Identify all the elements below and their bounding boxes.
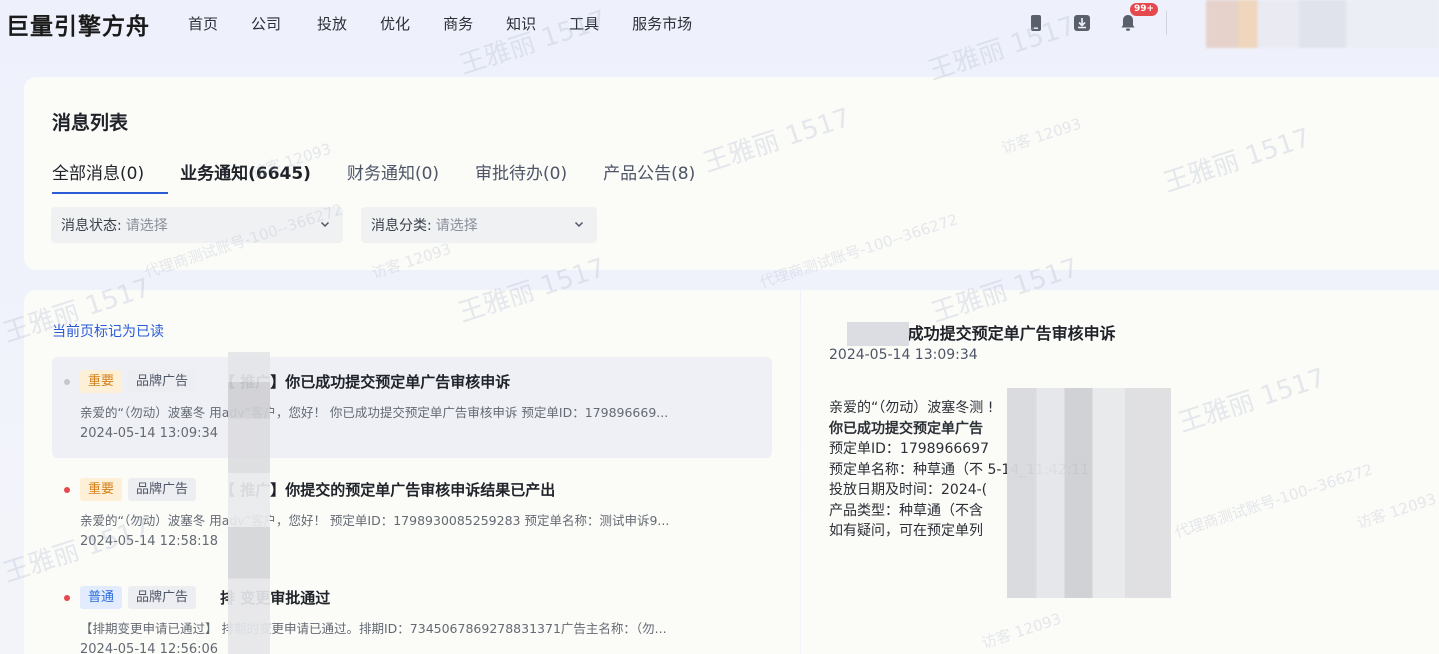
- topbar-divider: [1166, 11, 1167, 35]
- message-tags: 普通 品牌广告: [80, 586, 202, 609]
- user-avatar-area[interactable]: [1206, 0, 1439, 48]
- priority-tag: 重要: [80, 370, 123, 393]
- detail-time: 2024-05-14 13:09:34: [829, 347, 978, 363]
- message-status-label: 消息状态:: [61, 218, 122, 234]
- tab-all-messages[interactable]: 全部消息(0): [52, 159, 169, 194]
- message-status-select[interactable]: 消息状态: 请选择: [51, 207, 343, 243]
- message-item[interactable]: 普通 品牌广告 排 变更审批通过 【排期变更申请已通过】 排期的变更申请已通过。…: [52, 573, 772, 654]
- main-nav: 首页 公司 投放 优化 商务 知识 工具 服务市场: [188, 13, 725, 34]
- message-preview: 【排期变更申请已通过】 排期的变更申请已通过。排期ID：734506786927…: [80, 621, 667, 636]
- message-list-panel: 当前页标记为已读 重要 品牌广告 【 推广】你已成功提交预定单广告审核申诉 亲爱…: [24, 290, 800, 654]
- read-status-dot: [64, 379, 70, 385]
- unread-status-dot: [64, 487, 70, 493]
- bell-icon[interactable]: 99+: [1118, 3, 1159, 34]
- chevron-down-icon: [574, 221, 584, 228]
- message-title: 【 推广】你提交的预定单广告审核申诉结果已产出: [220, 481, 556, 499]
- message-list-header-card: 消息列表 全部消息(0) 业务通知(6645) 财务通知(0) 审批待办(0) …: [24, 77, 1439, 270]
- nav-item-home[interactable]: 首页: [188, 13, 218, 34]
- message-time: 2024-05-14 12:56:06: [80, 642, 219, 654]
- message-category-label: 消息分类:: [371, 218, 432, 234]
- message-item[interactable]: 重要 品牌广告 【 推广】你已成功提交预定单广告审核申诉 亲爱的“（勿动）波塞冬…: [52, 357, 772, 458]
- message-item[interactable]: 重要 品牌广告 【 推广】你提交的预定单广告审核申诉结果已产出 亲爱的“（勿动）…: [52, 465, 772, 566]
- message-tabs: 全部消息(0) 业务通知(6645) 财务通知(0) 审批待办(0) 产品公告(…: [52, 159, 731, 194]
- nav-item-knowledge[interactable]: 知识: [506, 13, 536, 34]
- top-navigation-bar: 巨量引擎方舟 首页 公司 投放 优化 商务 知识 工具 服务市场 99+: [0, 0, 1439, 48]
- tab-approval-todo[interactable]: 审批待办(0): [475, 159, 567, 194]
- notification-badge: 99+: [1130, 3, 1159, 16]
- message-time: 2024-05-14 12:58:18: [80, 534, 219, 549]
- nav-item-delivery[interactable]: 投放: [317, 13, 347, 34]
- top-icon-group: 99+: [1026, 3, 1167, 35]
- app-logo[interactable]: 巨量引擎方舟: [6, 7, 150, 41]
- unread-status-dot: [64, 595, 70, 601]
- privacy-mosaic: [228, 352, 270, 654]
- mark-page-read-link[interactable]: 当前页标记为已读: [52, 321, 164, 341]
- message-preview: 亲爱的“（勿动）波塞冬 用adv”客户，您好！ 你已成功提交预定单广告审核申诉 …: [80, 405, 669, 420]
- nav-item-tools[interactable]: 工具: [569, 13, 599, 34]
- message-category-select[interactable]: 消息分类: 请选择: [361, 207, 597, 243]
- filter-row: 消息状态: 请选择 消息分类: 请选择: [51, 207, 615, 243]
- chevron-down-icon: [320, 221, 330, 228]
- page-title: 消息列表: [52, 112, 129, 134]
- phone-icon[interactable]: [1026, 12, 1046, 34]
- nav-item-optimize[interactable]: 优化: [380, 13, 410, 34]
- nav-item-company[interactable]: 公司: [251, 13, 281, 34]
- download-icon[interactable]: [1072, 12, 1092, 34]
- message-status-placeholder: 请选择: [125, 218, 168, 234]
- tab-business-notices[interactable]: 业务通知(6645): [180, 159, 311, 194]
- category-tag: 品牌广告: [128, 370, 197, 393]
- priority-tag: 重要: [80, 478, 123, 501]
- nav-item-business[interactable]: 商务: [443, 13, 473, 34]
- tab-finance-notices[interactable]: 财务通知(0): [347, 159, 439, 194]
- message-tags: 重要 品牌广告: [80, 370, 202, 393]
- tab-product-announcements[interactable]: 产品公告(8): [603, 159, 695, 194]
- nav-item-service-market[interactable]: 服务市场: [632, 13, 692, 34]
- message-category-placeholder: 请选择: [435, 218, 478, 234]
- privacy-mosaic: [1007, 388, 1171, 598]
- category-tag: 品牌广告: [128, 586, 197, 609]
- privacy-mosaic: [847, 322, 909, 346]
- message-preview: 亲爱的“（勿动）波塞冬 用adv”客户，您好！ 预定单ID：1798930085…: [80, 513, 670, 528]
- message-detail-panel: 【 】你已成功提交预定单广告审核申诉 2024-05-14 13:09:34 亲…: [801, 290, 1439, 654]
- priority-tag: 普通: [80, 586, 123, 609]
- message-tags: 重要 品牌广告: [80, 478, 202, 501]
- message-time: 2024-05-14 13:09:34: [80, 426, 219, 441]
- category-tag: 品牌广告: [128, 478, 197, 501]
